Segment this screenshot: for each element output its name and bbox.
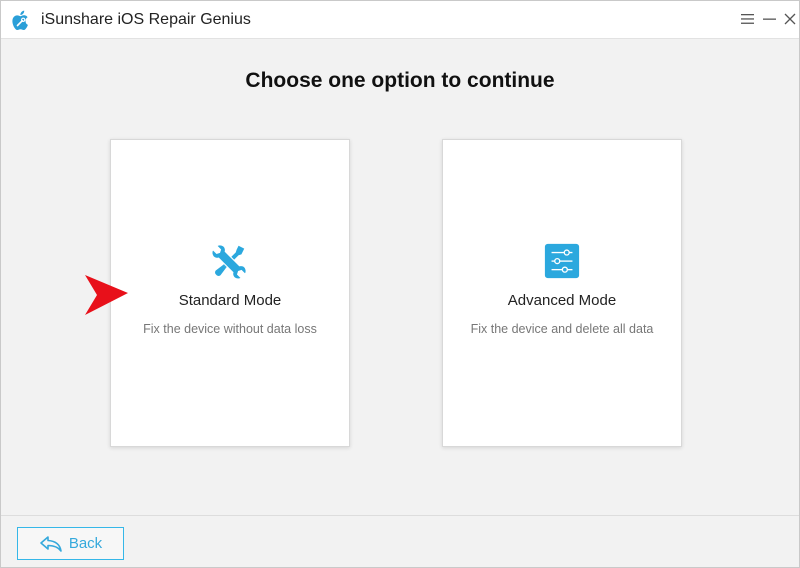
app-window: iSunshare iOS Repair Genius Choose one o… [0,0,800,568]
footer-divider [1,515,799,516]
title-bar: iSunshare iOS Repair Genius [1,1,799,39]
menu-button[interactable] [739,9,755,29]
close-button[interactable] [782,9,798,29]
back-arrow-icon [40,535,62,552]
minimize-icon [762,18,776,20]
standard-mode-title: Standard Mode [178,292,282,309]
red-pointer-arrow-icon [85,275,128,315]
page-title: Choose one option to continue [245,69,555,92]
hamburger-icon [740,14,754,24]
app-title: iSunshare iOS Repair Genius [41,11,251,28]
sliders-icon [544,243,580,279]
minimize-button[interactable] [761,9,777,29]
advanced-mode-description: Fix the device and delete all data [470,322,654,336]
close-icon [784,13,796,25]
app-logo-icon [12,10,28,31]
advanced-mode-card[interactable]: Advanced Mode Fix the device and delete … [442,139,682,447]
advanced-mode-title: Advanced Mode [507,292,617,309]
standard-mode-description: Fix the device without data loss [143,322,317,336]
back-button[interactable]: Back [17,527,124,560]
standard-mode-card[interactable]: Standard Mode Fix the device without dat… [110,139,350,447]
wrench-screwdriver-icon [211,244,247,280]
back-button-label: Back [68,535,103,552]
